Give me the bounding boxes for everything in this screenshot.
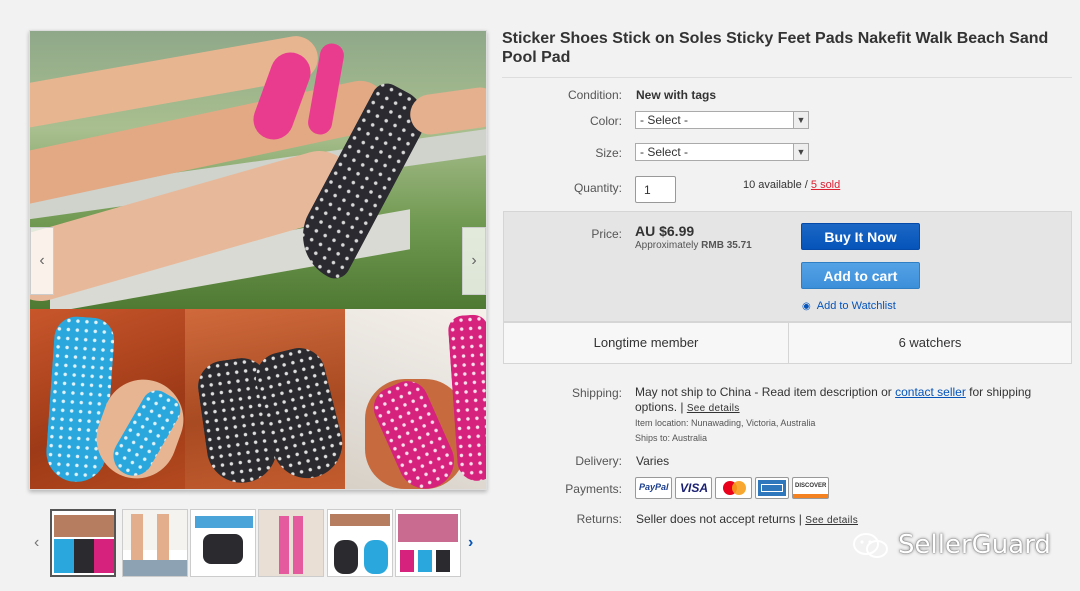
color-label: Color:: [589, 114, 622, 128]
returns-see-details-link[interactable]: See details: [805, 515, 858, 526]
product-photo-pink-pads: [345, 309, 486, 489]
main-product-image[interactable]: ‹ ›: [29, 30, 487, 490]
color-select[interactable]: - Select - ▼: [635, 111, 809, 129]
eye-icon: ◉: [802, 301, 811, 312]
wechat-logo-icon: [853, 533, 888, 558]
thumbnails-prev-button[interactable]: ‹: [34, 534, 39, 552]
available-count: 10 available /: [743, 179, 811, 191]
watchlist-label: Add to Watchlist: [816, 300, 896, 312]
availability: 10 available / 5 sold: [743, 179, 840, 191]
item-location: Item location: Nunawading, Victoria, Aus…: [635, 418, 816, 428]
longtime-member-badge: Longtime member: [504, 323, 789, 363]
quantity-input[interactable]: 1: [635, 176, 676, 203]
returns-value: Seller does not accept returns |: [636, 512, 806, 526]
shipping-see-details-link[interactable]: See details: [687, 403, 740, 414]
payments-label: Payments:: [565, 482, 622, 496]
returns-info: Seller does not accept returns | See det…: [636, 512, 858, 526]
product-photo-beach-chairs: [30, 31, 486, 313]
thumbnail-4[interactable]: [258, 509, 324, 577]
mastercard-icon: [715, 477, 752, 499]
listing-title: Sticker Shoes Stick on Soles Sticky Feet…: [502, 30, 1049, 66]
chevron-down-icon: ▼: [793, 144, 808, 160]
thumbnail-2[interactable]: [122, 509, 188, 577]
discover-icon: DISCOVER: [792, 477, 829, 499]
converted-price: Approximately RMB 35.71: [635, 240, 752, 251]
gallery-prev-button[interactable]: ‹: [30, 227, 54, 295]
product-photo-black-pads: [185, 309, 345, 489]
color-select-value: - Select -: [640, 113, 689, 127]
amex-icon: [755, 477, 789, 499]
approx-value: RMB 35.71: [701, 240, 752, 251]
buy-it-now-button[interactable]: Buy It Now: [801, 223, 920, 250]
quantity-label: Quantity:: [573, 181, 622, 195]
thumbnails-next-button[interactable]: ›: [468, 534, 473, 552]
condition-label: Condition:: [567, 88, 622, 102]
price-value: AU $6.99: [635, 223, 695, 239]
size-select[interactable]: - Select - ▼: [635, 143, 809, 161]
shipping-text-1: May not ship to China - Read item descri…: [635, 385, 896, 399]
add-to-watchlist-link[interactable]: ◉ Add to Watchlist: [802, 300, 896, 312]
sold-link[interactable]: 5 sold: [811, 179, 840, 191]
condition-value: New with tags: [636, 88, 717, 102]
delivery-value: Varies: [636, 454, 670, 468]
thumbnail-3[interactable]: [190, 509, 256, 577]
size-label: Size:: [595, 146, 622, 160]
thumbnail-5[interactable]: [327, 509, 393, 577]
watermark-text: SellerGuard: [898, 530, 1051, 560]
gallery-next-button[interactable]: ›: [462, 227, 486, 295]
price-label: Price:: [591, 227, 622, 241]
approx-prefix: Approximately: [635, 240, 702, 251]
ships-to: Ships to: Australia: [635, 433, 708, 443]
shipping-label: Shipping:: [571, 386, 622, 400]
shipping-info: May not ship to China - Read item descri…: [635, 385, 1055, 416]
delivery-label: Delivery:: [575, 454, 622, 468]
seller-stats: Longtime member 6 watchers: [503, 322, 1072, 364]
paypal-icon: PayPal: [635, 477, 672, 499]
product-photo-blue-pads: [30, 309, 185, 489]
watchers-count: 6 watchers: [898, 335, 962, 350]
contact-seller-link[interactable]: contact seller: [895, 385, 966, 399]
thumbnail-1[interactable]: [50, 509, 116, 577]
chevron-down-icon: ▼: [793, 112, 808, 128]
add-to-cart-button[interactable]: Add to cart: [801, 262, 920, 289]
returns-label: Returns:: [576, 512, 622, 526]
visa-icon: VISA: [675, 477, 712, 499]
size-select-value: - Select -: [640, 145, 689, 159]
thumbnail-6[interactable]: [395, 509, 461, 577]
title-divider: [502, 77, 1072, 78]
